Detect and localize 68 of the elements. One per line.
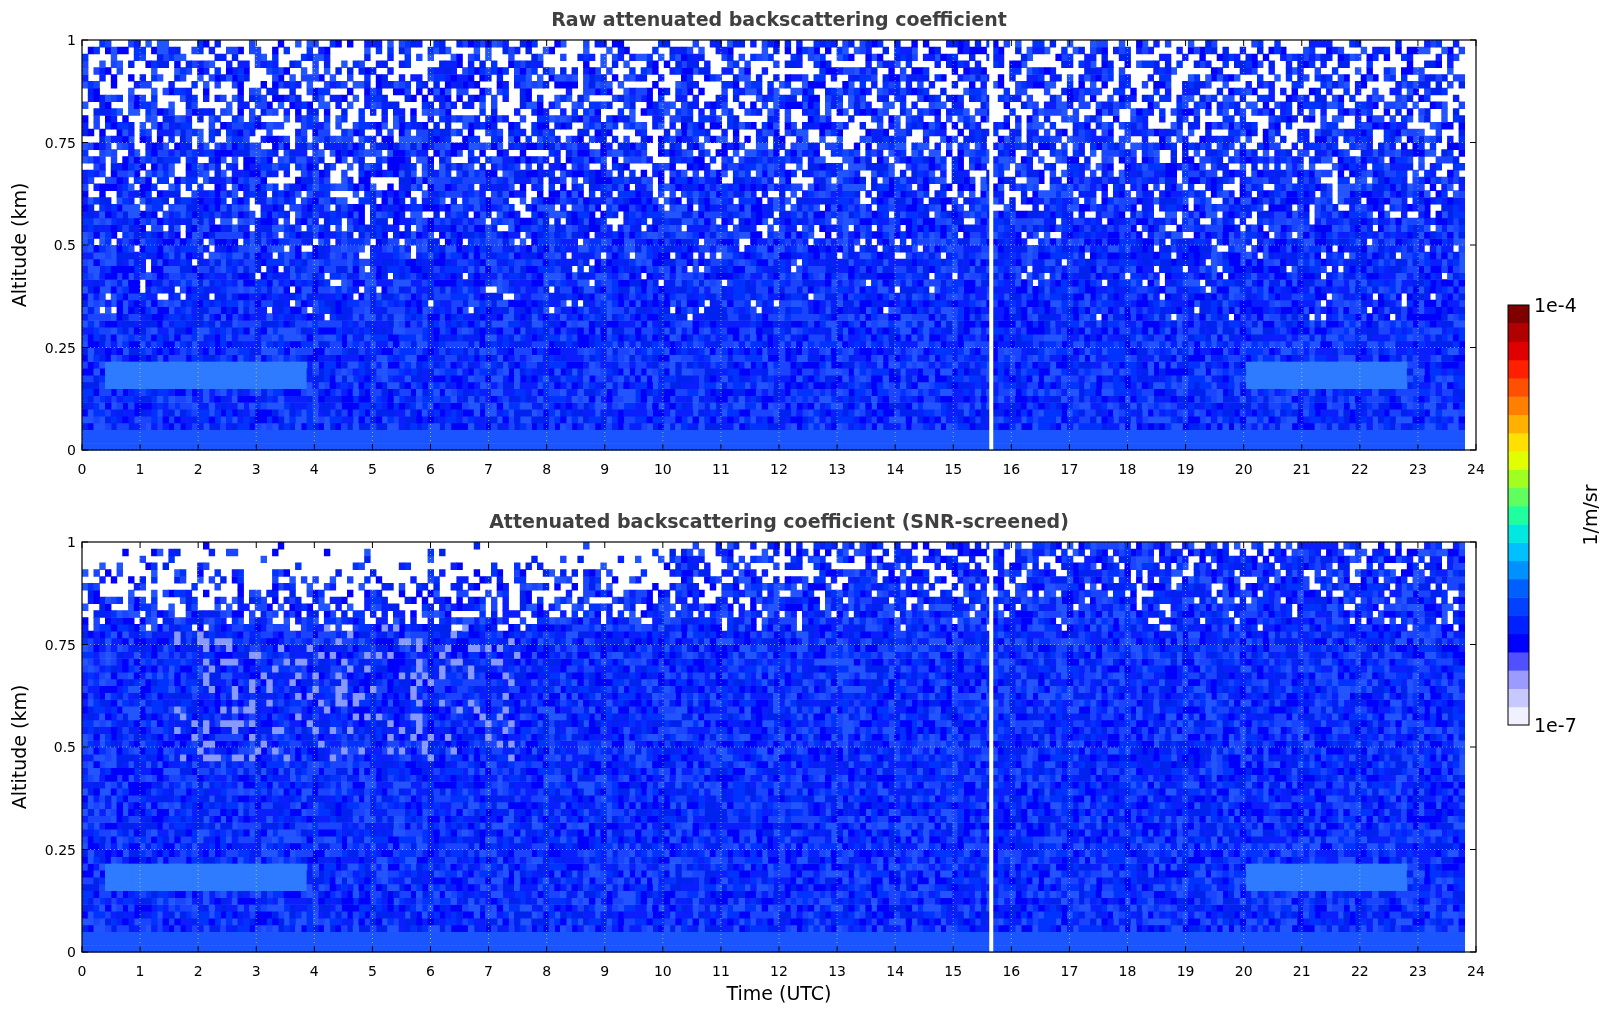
x-tick-label: 9 — [600, 963, 610, 979]
y-tick-label: 1 — [67, 534, 76, 550]
x-tick-label: 11 — [712, 461, 730, 477]
x-tick-label: 10 — [653, 963, 672, 979]
x-tick-label: 11 — [712, 963, 730, 979]
x-tick-label: 9 — [600, 461, 610, 477]
x-tick-label: 19 — [1176, 963, 1195, 979]
x-tick-label: 8 — [542, 461, 552, 477]
x-tick-label: 12 — [770, 963, 788, 979]
x-axis-label: Time (UTC) — [725, 982, 833, 1004]
x-tick-label: 12 — [770, 461, 788, 477]
x-tick-label: 7 — [484, 963, 494, 979]
y-tick-label: 0.5 — [53, 739, 76, 755]
x-tick-label: 7 — [484, 461, 494, 477]
x-tick-label: 18 — [1118, 963, 1137, 979]
x-tick-label: 1 — [135, 461, 145, 477]
y-axis-label: Altitude (km) — [8, 182, 30, 308]
x-tick-label: 10 — [653, 461, 672, 477]
x-tick-label: 2 — [193, 963, 203, 979]
x-tick-label: 23 — [1409, 963, 1427, 979]
x-tick-label: 13 — [828, 461, 846, 477]
x-tick-label: 19 — [1176, 461, 1195, 477]
chart-title: Raw attenuated backscattering coefficient — [550, 7, 1008, 32]
colorbar-unit-label: 1/m/sr — [1579, 484, 1601, 546]
x-tick-label: 3 — [251, 461, 261, 477]
x-tick-label: 14 — [886, 963, 905, 979]
y-tick-label: 0.5 — [53, 237, 76, 253]
x-tick-label: 0 — [77, 461, 87, 477]
y-tick-label: 0 — [67, 442, 76, 458]
x-tick-label: 22 — [1350, 963, 1369, 979]
x-tick-label: 16 — [1002, 461, 1021, 477]
x-tick-label: 21 — [1292, 461, 1311, 477]
y-tick-label: 1 — [67, 32, 76, 48]
x-tick-label: 1 — [135, 963, 145, 979]
colorbar-min-label: 1e-7 — [1534, 714, 1577, 733]
x-tick-label: 17 — [1060, 963, 1079, 979]
x-tick-label: 20 — [1234, 461, 1253, 477]
chart-title: Attenuated backscattering coefficient (SNR-screened) — [488, 509, 1070, 534]
y-tick-label: 0.25 — [44, 841, 76, 858]
x-tick-label: 0 — [77, 963, 87, 979]
x-tick-label: 6 — [426, 461, 435, 477]
x-tick-label: 22 — [1350, 461, 1369, 477]
x-tick-label: 17 — [1060, 461, 1079, 477]
x-tick-label: 15 — [944, 963, 963, 979]
x-tick-label: 13 — [828, 963, 846, 979]
x-tick-label: 8 — [542, 963, 552, 979]
y-tick-label: 0.75 — [44, 134, 76, 151]
x-tick-label: 14 — [886, 461, 905, 477]
y-tick-label: 0.25 — [44, 339, 76, 356]
x-tick-label: 24 — [1467, 963, 1485, 979]
x-tick-label: 3 — [251, 963, 261, 979]
x-tick-label: 2 — [193, 461, 203, 477]
x-tick-label: 18 — [1118, 461, 1137, 477]
y-tick-label: 0.75 — [44, 636, 76, 653]
x-tick-label: 4 — [309, 461, 319, 477]
x-tick-label: 4 — [309, 963, 319, 979]
x-tick-label: 24 — [1467, 461, 1485, 477]
x-tick-label: 15 — [944, 461, 963, 477]
x-tick-label: 5 — [367, 461, 377, 477]
x-tick-label: 20 — [1234, 963, 1253, 979]
y-tick-label: 0 — [67, 944, 76, 960]
colorbar-max-label: 1e-4 — [1534, 294, 1577, 316]
x-tick-label: 21 — [1292, 963, 1311, 979]
y-axis-label: Altitude (km) — [8, 684, 30, 810]
x-tick-label: 6 — [426, 963, 435, 979]
x-tick-label: 5 — [367, 963, 377, 979]
x-tick-label: 23 — [1409, 461, 1427, 477]
x-tick-label: 16 — [1002, 963, 1021, 979]
